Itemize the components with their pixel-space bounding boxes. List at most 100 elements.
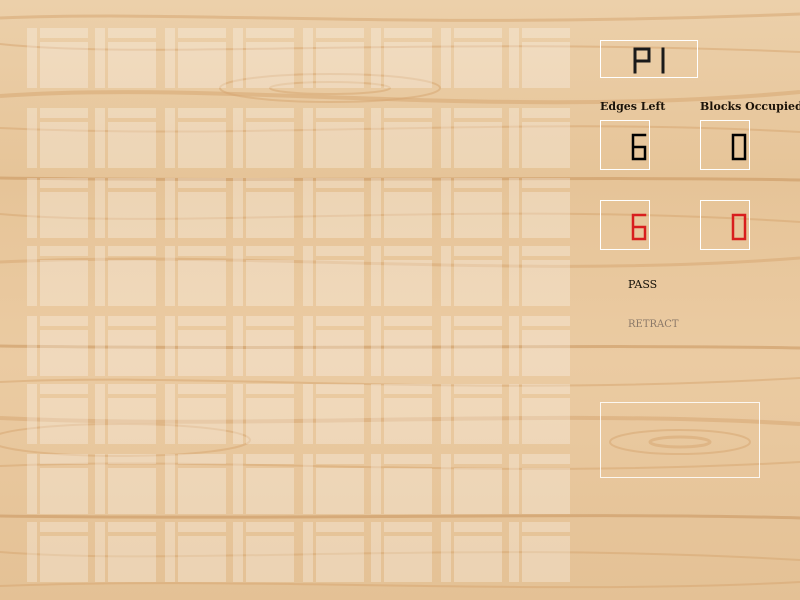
board-edge-slot[interactable] [178, 178, 226, 188]
board-edge-slot[interactable] [178, 108, 226, 118]
board-edge-slot[interactable] [316, 316, 364, 326]
board-edge-slot[interactable] [522, 178, 570, 188]
board-edge-slot[interactable] [95, 178, 105, 238]
board-edge-slot[interactable] [316, 454, 364, 464]
board-block-cell[interactable] [316, 468, 364, 514]
board-edge-slot[interactable] [246, 246, 294, 256]
board-edge-slot[interactable] [40, 246, 88, 256]
piece-preview-area[interactable] [600, 402, 760, 478]
board-block-cell[interactable] [178, 330, 226, 376]
board-edge-slot[interactable] [384, 178, 432, 188]
board-block-cell[interactable] [40, 536, 88, 582]
board-edge-slot[interactable] [95, 384, 105, 444]
board-block-cell[interactable] [246, 330, 294, 376]
board-block-cell[interactable] [384, 42, 432, 88]
board-block-cell[interactable] [108, 330, 156, 376]
board-edge-slot[interactable] [454, 246, 502, 256]
board-edge-slot[interactable] [509, 454, 519, 514]
board-edge-slot[interactable] [303, 316, 313, 376]
board-edge-slot[interactable] [441, 108, 451, 168]
board-edge-slot[interactable] [27, 246, 37, 306]
board-edge-slot[interactable] [371, 522, 381, 582]
board-block-cell[interactable] [384, 122, 432, 168]
board-edge-slot[interactable] [441, 522, 451, 582]
board-block-cell[interactable] [522, 468, 570, 514]
board-edge-slot[interactable] [27, 522, 37, 582]
board-edge-slot[interactable] [108, 316, 156, 326]
board-edge-slot[interactable] [384, 522, 432, 532]
board-edge-slot[interactable] [316, 28, 364, 38]
board-block-cell[interactable] [384, 330, 432, 376]
board-edge-slot[interactable] [233, 454, 243, 514]
retract-button[interactable]: RETRACT [628, 319, 679, 330]
board-block-cell[interactable] [178, 468, 226, 514]
board-edge-slot[interactable] [384, 246, 432, 256]
pass-button[interactable]: PASS [628, 278, 657, 291]
board-edge-slot[interactable] [40, 316, 88, 326]
board-block-cell[interactable] [454, 398, 502, 444]
board-edge-slot[interactable] [165, 522, 175, 582]
board-edge-slot[interactable] [454, 108, 502, 118]
board-block-cell[interactable] [384, 398, 432, 444]
board-block-cell[interactable] [246, 468, 294, 514]
board-block-cell[interactable] [454, 330, 502, 376]
board-edge-slot[interactable] [384, 316, 432, 326]
board-edge-slot[interactable] [233, 384, 243, 444]
board-block-cell[interactable] [40, 42, 88, 88]
board-block-cell[interactable] [40, 398, 88, 444]
board-block-cell[interactable] [40, 260, 88, 306]
board-edge-slot[interactable] [246, 384, 294, 394]
board-block-cell[interactable] [40, 192, 88, 238]
board-edge-slot[interactable] [371, 384, 381, 444]
board-block-cell[interactable] [246, 42, 294, 88]
board-edge-slot[interactable] [233, 316, 243, 376]
board-edge-slot[interactable] [522, 454, 570, 464]
board-edge-slot[interactable] [108, 108, 156, 118]
board-block-cell[interactable] [384, 260, 432, 306]
board-block-cell[interactable] [454, 192, 502, 238]
board-edge-slot[interactable] [95, 454, 105, 514]
board-block-cell[interactable] [246, 122, 294, 168]
board-block-cell[interactable] [316, 330, 364, 376]
board-edge-slot[interactable] [246, 522, 294, 532]
board-block-cell[interactable] [316, 192, 364, 238]
board-edge-slot[interactable] [371, 246, 381, 306]
board-edge-slot[interactable] [303, 384, 313, 444]
board-edge-slot[interactable] [454, 178, 502, 188]
board-block-cell[interactable] [246, 398, 294, 444]
board-edge-slot[interactable] [371, 108, 381, 168]
board-block-cell[interactable] [316, 260, 364, 306]
board-block-cell[interactable] [522, 122, 570, 168]
board-edge-slot[interactable] [27, 178, 37, 238]
board-block-cell[interactable] [522, 192, 570, 238]
board-block-cell[interactable] [384, 192, 432, 238]
board-edge-slot[interactable] [303, 246, 313, 306]
board-block-cell[interactable] [384, 468, 432, 514]
board-block-cell[interactable] [108, 192, 156, 238]
board-block-cell[interactable] [384, 536, 432, 582]
board-edge-slot[interactable] [233, 522, 243, 582]
board-edge-slot[interactable] [371, 316, 381, 376]
board-edge-slot[interactable] [165, 28, 175, 88]
board-edge-slot[interactable] [40, 108, 88, 118]
board-edge-slot[interactable] [95, 246, 105, 306]
board-block-cell[interactable] [454, 42, 502, 88]
board-edge-slot[interactable] [108, 522, 156, 532]
board-edge-slot[interactable] [95, 316, 105, 376]
board-edge-slot[interactable] [509, 384, 519, 444]
board-edge-slot[interactable] [441, 384, 451, 444]
board-edge-slot[interactable] [233, 246, 243, 306]
board-edge-slot[interactable] [246, 108, 294, 118]
board-edge-slot[interactable] [316, 178, 364, 188]
board-edge-slot[interactable] [246, 178, 294, 188]
board-edge-slot[interactable] [27, 454, 37, 514]
board-edge-slot[interactable] [233, 28, 243, 88]
board-edge-slot[interactable] [371, 454, 381, 514]
board-edge-slot[interactable] [178, 316, 226, 326]
board-edge-slot[interactable] [40, 522, 88, 532]
board-edge-slot[interactable] [316, 246, 364, 256]
board-block-cell[interactable] [108, 260, 156, 306]
board-edge-slot[interactable] [384, 108, 432, 118]
board-edge-slot[interactable] [509, 178, 519, 238]
board-edge-slot[interactable] [108, 178, 156, 188]
